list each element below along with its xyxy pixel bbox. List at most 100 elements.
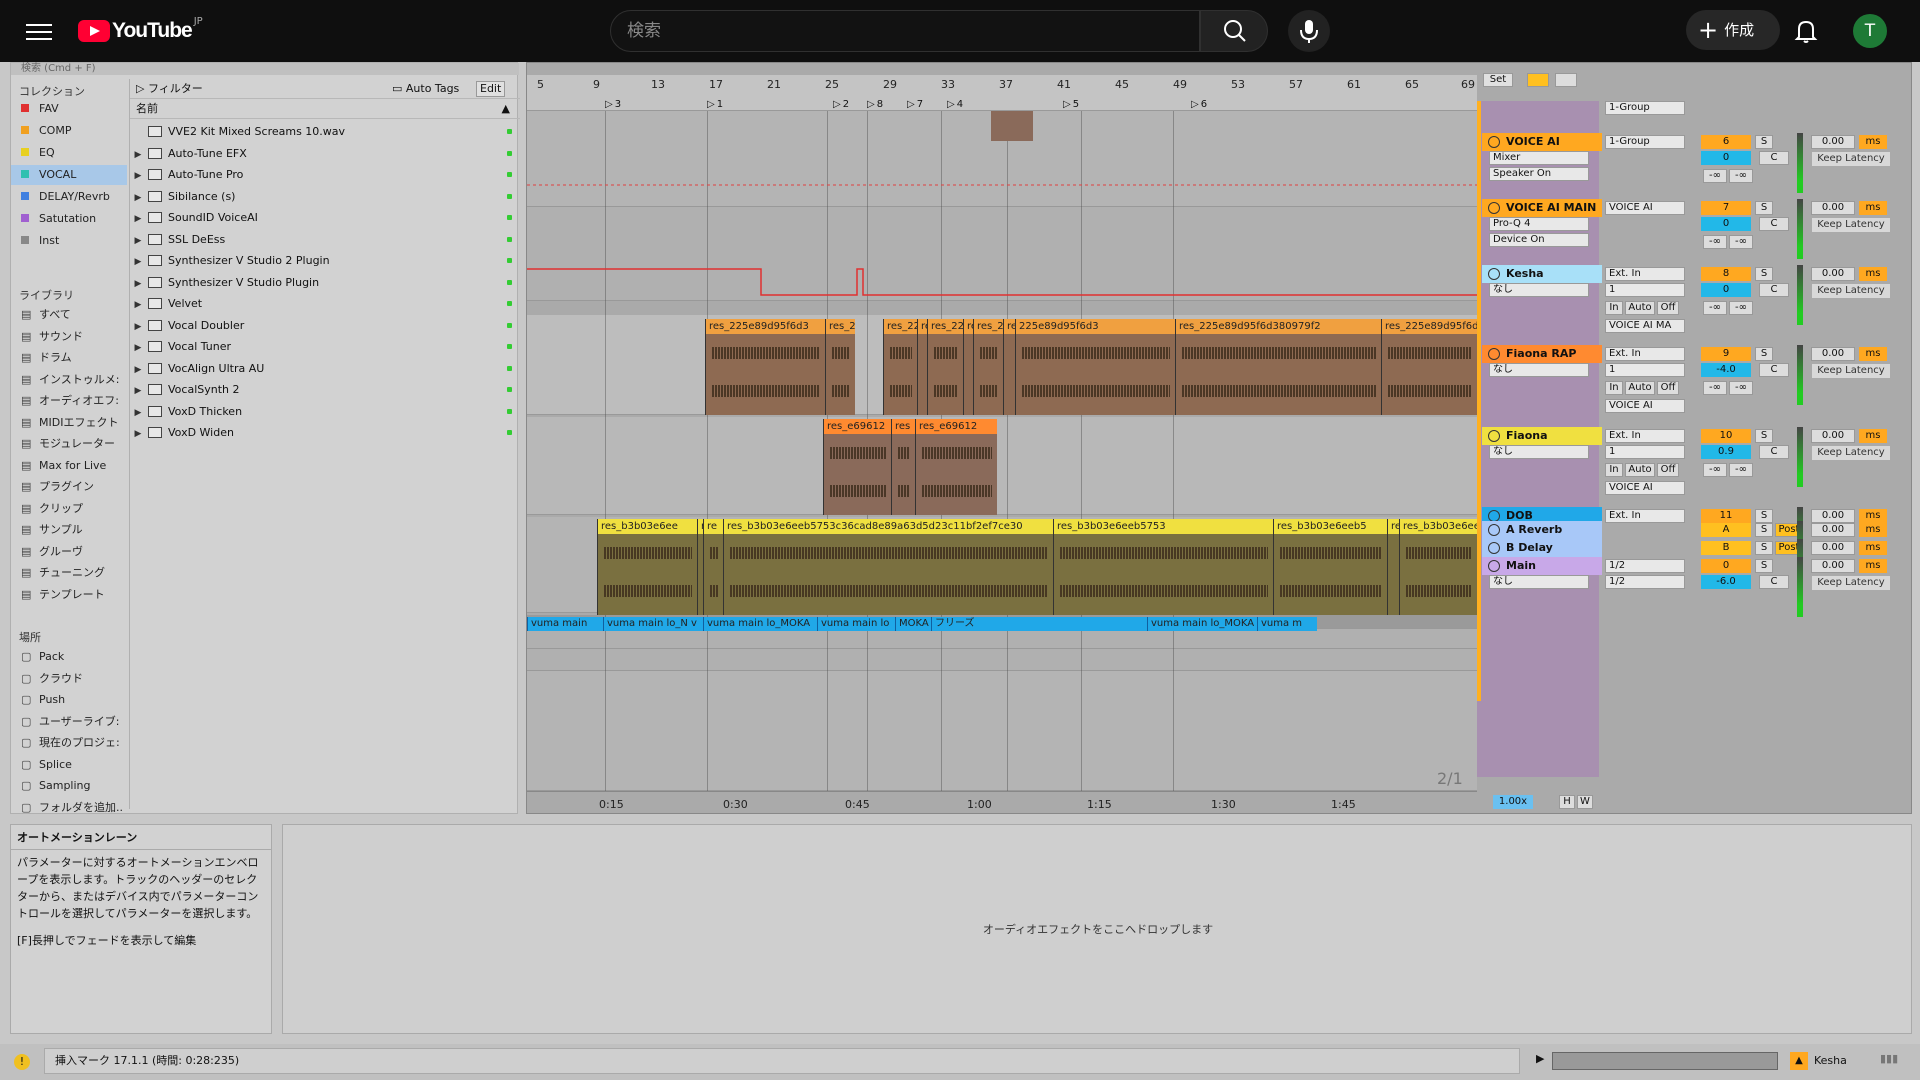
w-button[interactable]: W [1577,795,1593,809]
locator-marker[interactable]: 3 [605,99,621,110]
send-a-knob[interactable]: -∞ [1703,381,1727,395]
volume-value[interactable]: 0 [1701,151,1751,165]
track-header[interactable]: Kesha [1482,265,1602,283]
pan-value[interactable]: C [1759,151,1789,165]
expand-arrow-icon[interactable]: ▶ [130,188,146,209]
track-delay[interactable]: 0.00 [1811,559,1855,573]
place-item[interactable]: ▢ クラウド [21,669,83,689]
device-select[interactable]: Pro-Q 4 [1489,217,1589,231]
delay-unit[interactable]: ms [1859,541,1887,555]
track-fold-icon[interactable] [1488,136,1500,148]
place-item[interactable]: ▢ Push [21,690,65,710]
audio-clip[interactable]: res_225 [973,319,1003,415]
send-a-knob[interactable]: -∞ [1703,301,1727,315]
track-delay[interactable]: 0.00 [1811,135,1855,149]
audio-clip[interactable]: re [963,319,973,415]
youtube-logo[interactable]: YouTube JP [78,16,203,45]
draw-mode-icon[interactable] [1527,73,1549,87]
locator-marker[interactable]: 1 [707,99,723,110]
audio-clip[interactable]: res_22 [927,319,963,415]
browser-search-hint[interactable]: 検索 (Cmd + F) [11,63,519,75]
audio-clip[interactable]: re [917,319,927,415]
dob-clip[interactable]: vuma main lo_N v [603,617,703,631]
dob-clip[interactable]: vuma m [1257,617,1317,631]
track-lane[interactable] [527,629,1477,649]
set-locator-button[interactable]: Set [1483,73,1513,87]
place-item[interactable]: ▢ ユーザーライブ: [21,712,120,732]
delay-unit[interactable]: ms [1859,523,1887,537]
browser-list-item[interactable]: ▶ Sibilance (s) [130,186,520,207]
input-route-select[interactable]: Ext. In [1605,347,1685,361]
browser-list-item[interactable]: ▶ Auto-Tune Pro [130,164,520,185]
keep-latency[interactable]: Keep Latency [1811,363,1891,379]
expand-arrow-icon[interactable]: ▶ [130,360,146,381]
device-drop-area[interactable]: オーディオエフェクトをここへドロップします [282,824,1912,1034]
device-state-select[interactable]: Speaker On [1489,167,1589,181]
track-delay[interactable]: 0.00 [1811,201,1855,215]
create-button[interactable]: + 作成 [1686,10,1780,50]
volume-value[interactable]: -4.0 [1701,363,1751,377]
library-item[interactable]: ▤ モジュレーター [21,434,115,454]
track-header[interactable]: VOICE AI [1482,133,1602,151]
locator-marker[interactable]: 7 [907,99,923,110]
audio-clip[interactable]: 225e89d95f6d3 [1015,319,1175,415]
input-channel-select[interactable]: 1 [1605,445,1685,459]
audio-clip[interactable]: res_e69612 [823,419,891,515]
delay-unit[interactable]: ms [1859,201,1887,215]
delay-unit[interactable]: ms [1859,267,1887,281]
volume-value[interactable]: 0 [1701,283,1751,297]
search-input[interactable]: 検索 [610,10,1200,52]
audio-clip[interactable]: res_22 [883,319,917,415]
library-item[interactable]: ▤ オーディオエフ: [21,391,119,411]
output-route-select[interactable]: VOICE AI [1605,481,1685,495]
volume-value[interactable]: -6.0 [1701,575,1751,589]
zoom-level[interactable]: 1.00x [1493,795,1533,809]
dob-clip[interactable]: vuma main lo_MOKA [1147,617,1257,631]
track-delay[interactable]: 0.00 [1811,541,1855,555]
dob-clip[interactable]: MOKA [895,617,931,631]
edit-button[interactable]: Edit [476,81,506,97]
track-fold-icon[interactable] [1488,560,1500,572]
solo-button[interactable]: S [1755,135,1773,149]
track-delay[interactable]: 0.00 [1811,429,1855,443]
library-item[interactable]: ▤ グルーヴ [21,542,83,562]
track-lane[interactable] [527,417,1477,515]
audio-clip[interactable]: res_b3b03e6eeb5753 [1053,519,1273,615]
send-b-knob[interactable]: -∞ [1729,463,1753,477]
meter-icon[interactable]: ▮▮▮ [1880,1052,1898,1065]
audio-clip[interactable]: res_b3b03e6eeb5753c36cad8e89a63d5d23c11b… [723,519,1053,615]
expand-arrow-icon[interactable]: ▶ [130,295,146,316]
collection-item[interactable]: Satutation [21,209,96,229]
h-button[interactable]: H [1559,795,1575,809]
browser-list-item[interactable]: ▶ Velvet [130,293,520,314]
collection-item[interactable]: DELAY/Revrb [21,187,110,207]
audio-clip[interactable]: res_b3b0 [1387,519,1399,615]
library-item[interactable]: ▤ インストゥルメ: [21,370,120,390]
browser-list-item[interactable]: ▶ VoxD Thicken [130,401,520,422]
expand-arrow-icon[interactable]: ▶ [130,424,146,445]
device-select[interactable]: なし [1489,363,1589,377]
track-number[interactable]: 10 [1701,429,1751,443]
pan-value[interactable]: C [1759,363,1789,377]
time-ruler[interactable]: 0:15 0:30 0:45 1:00 1:15 1:30 1:45 [527,791,1477,815]
keep-latency[interactable]: Keep Latency [1811,151,1891,167]
output-route-select[interactable]: VOICE AI MA [1605,319,1685,333]
place-item[interactable]: ▢ Splice [21,755,72,775]
input-channel-select[interactable]: 1/2 [1605,575,1685,589]
track-number[interactable]: 8 [1701,267,1751,281]
avatar[interactable]: T [1853,14,1887,48]
locator-marker[interactable]: 6 [1191,99,1207,110]
library-item[interactable]: ▤ テンプレート [21,585,105,605]
solo-button[interactable]: S [1755,541,1773,555]
library-item[interactable]: ▤ チューニング [21,563,105,583]
lock-icon[interactable] [1555,73,1577,87]
audio-clip[interactable]: res_b3b03e6ee [597,519,697,615]
track-lanes[interactable]: res_225e89d95f6d3res_22res_22reres_22rer… [527,111,1477,791]
track-number[interactable]: A [1701,523,1751,537]
expand-arrow-icon[interactable]: ▶ [130,381,146,402]
keep-latency[interactable]: Keep Latency [1811,575,1891,591]
expand-arrow-icon[interactable]: ▶ [130,209,146,230]
dob-clip[interactable]: vuma main lo_MOKA [703,617,817,631]
browser-list-item[interactable]: ▶ SoundID VoiceAI [130,207,520,228]
track-fold-icon[interactable] [1488,348,1500,360]
